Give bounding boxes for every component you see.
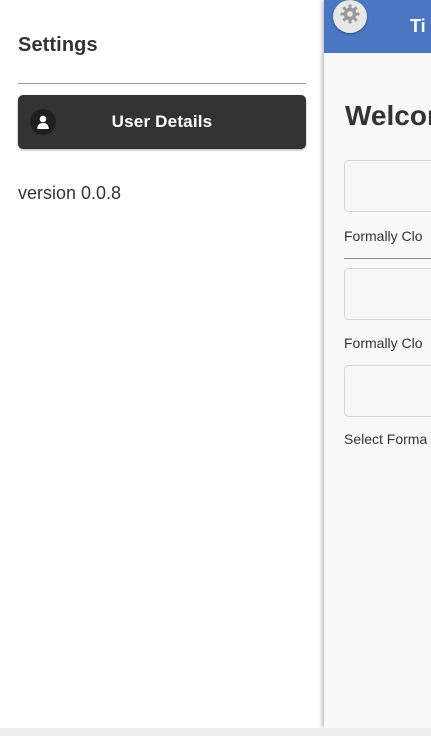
settings-toggle-button[interactable] xyxy=(333,0,367,33)
app-header: Ti xyxy=(324,0,431,53)
settings-divider xyxy=(18,83,306,84)
formally-closed-field-1[interactable] xyxy=(344,160,431,212)
settings-title: Settings xyxy=(18,34,98,56)
user-details-label: User Details xyxy=(111,112,213,131)
version-label: version 0.0.8 xyxy=(18,183,122,203)
select-format-field[interactable] xyxy=(344,365,431,417)
welcome-heading: Welcon xyxy=(345,100,431,131)
bottom-edge xyxy=(0,728,431,736)
field-divider xyxy=(344,258,431,259)
settings-drawer: Settings User Details version 0.0.8 xyxy=(0,0,324,736)
user-details-button[interactable]: User Details xyxy=(18,95,306,149)
field-caption-3: Select Forma xyxy=(344,431,428,447)
main-page: Ti Welcon Formally Clo Formally Clo Sele… xyxy=(324,0,431,728)
header-title: Ti xyxy=(410,16,426,36)
formally-closed-field-2[interactable] xyxy=(344,268,431,320)
user-icon xyxy=(30,109,56,135)
field-caption-1: Formally Clo xyxy=(344,228,423,244)
gear-icon xyxy=(339,3,361,30)
field-caption-2: Formally Clo xyxy=(344,335,423,351)
